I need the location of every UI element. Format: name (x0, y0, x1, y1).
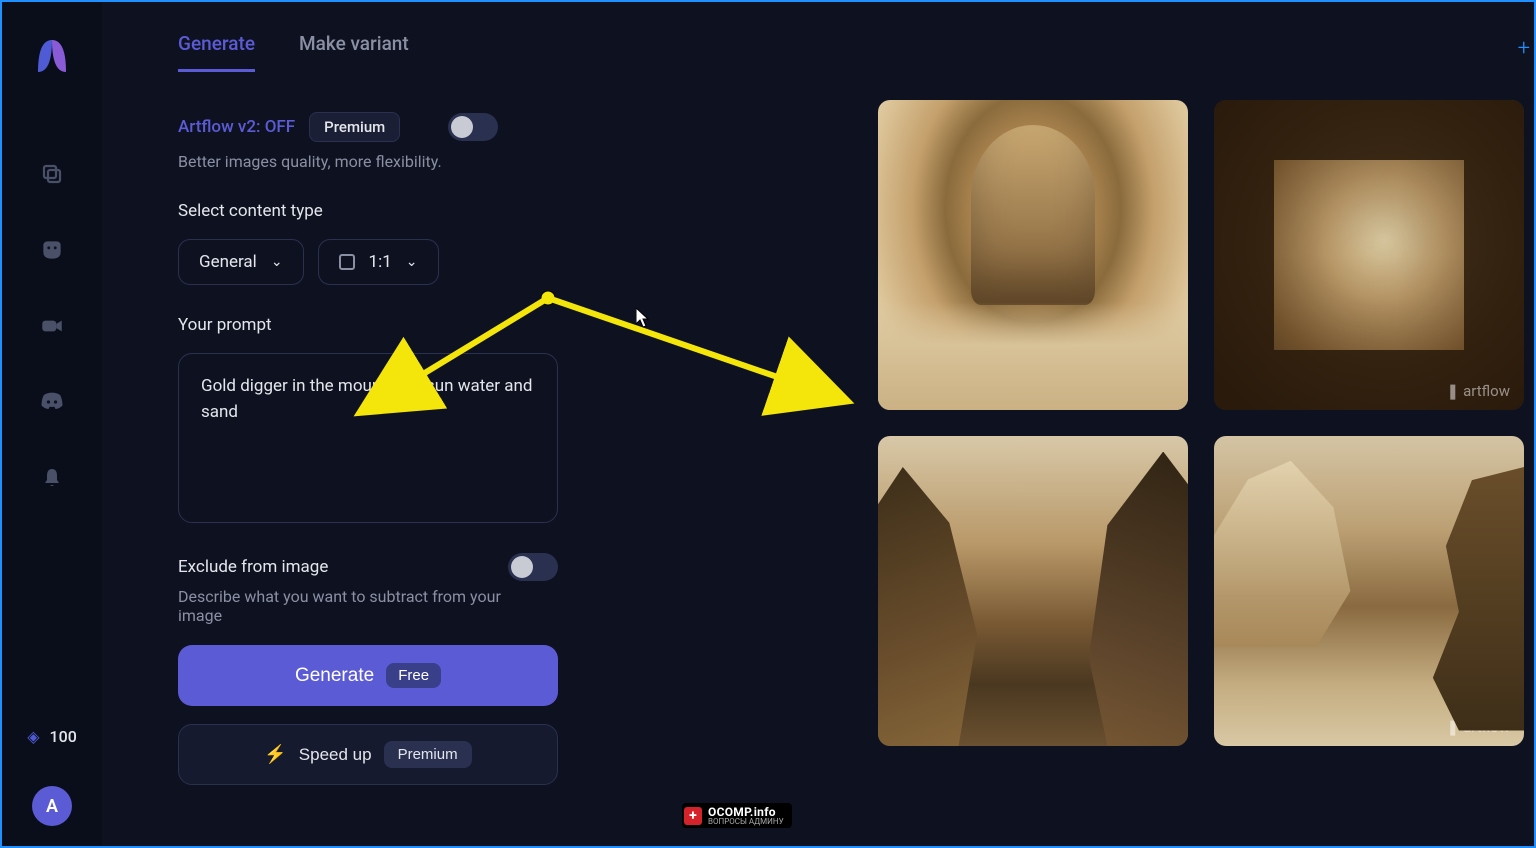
corner-plus-icon: + (1518, 36, 1530, 61)
model-version-label: Artflow v2: OFF (178, 117, 295, 137)
copy-icon[interactable] (38, 160, 66, 188)
tab-generate[interactable]: Generate (178, 32, 255, 72)
watermark: ❚ artflow (1111, 718, 1174, 736)
free-badge: Free (386, 663, 441, 688)
chevron-down-icon: ⌄ (271, 254, 283, 270)
exclude-label: Exclude from image (178, 557, 328, 577)
watermark: ❚ artflow (1447, 382, 1510, 400)
watermark: ❚ artflow (1111, 382, 1174, 400)
avatar[interactable]: A (32, 786, 72, 826)
content-type-label: Select content type (178, 201, 578, 221)
result-image[interactable]: ❚ artflow (1214, 100, 1524, 410)
bolt-icon: ⚡ (264, 744, 286, 765)
result-image[interactable]: ❚ artflow (1214, 436, 1524, 746)
aspect-ratio-select[interactable]: 1:1 ⌄ (318, 239, 439, 285)
nav-icons (38, 160, 66, 492)
model-toggle[interactable] (448, 113, 498, 141)
tab-make-variant[interactable]: Make variant (299, 32, 409, 72)
prompt-input[interactable] (178, 353, 558, 523)
sidebar: ◈ 100 A (2, 2, 102, 846)
model-subtext: Better images quality, more flexibility. (178, 152, 578, 171)
discord-icon[interactable] (38, 388, 66, 416)
results-grid: ❚ artflow ❚ artflow ❚ artflow ❚ artflow (878, 100, 1494, 746)
tabs: Generate Make variant (178, 32, 1494, 72)
result-image[interactable]: ❚ artflow (878, 436, 1188, 746)
face-icon[interactable] (38, 236, 66, 264)
credits-value: 100 (50, 727, 77, 746)
result-image[interactable]: ❚ artflow (878, 100, 1188, 410)
credits-counter[interactable]: ◈ 100 (27, 727, 77, 746)
exclude-toggle[interactable] (508, 553, 558, 581)
exclude-subtext: Describe what you want to subtract from … (178, 587, 538, 625)
form-column: Artflow v2: OFF Premium Better images qu… (178, 112, 578, 785)
premium-badge: Premium (384, 741, 472, 768)
aspect-icon (339, 254, 355, 270)
speed-up-button[interactable]: ⚡ Speed up Premium (178, 724, 558, 785)
watermark: ❚ artflow (1447, 718, 1510, 736)
video-icon[interactable] (38, 312, 66, 340)
prompt-label: Your prompt (178, 315, 578, 335)
premium-badge: Premium (309, 112, 400, 142)
diamond-icon: ◈ (27, 727, 39, 746)
content-type-select[interactable]: General ⌄ (178, 239, 304, 285)
chevron-down-icon: ⌄ (406, 254, 418, 270)
app-logo[interactable] (28, 32, 76, 80)
generate-button[interactable]: Generate Free (178, 645, 558, 706)
bell-icon[interactable] (38, 464, 66, 492)
main-panel: Generate Make variant Artflow v2: OFF Pr… (102, 2, 1534, 846)
